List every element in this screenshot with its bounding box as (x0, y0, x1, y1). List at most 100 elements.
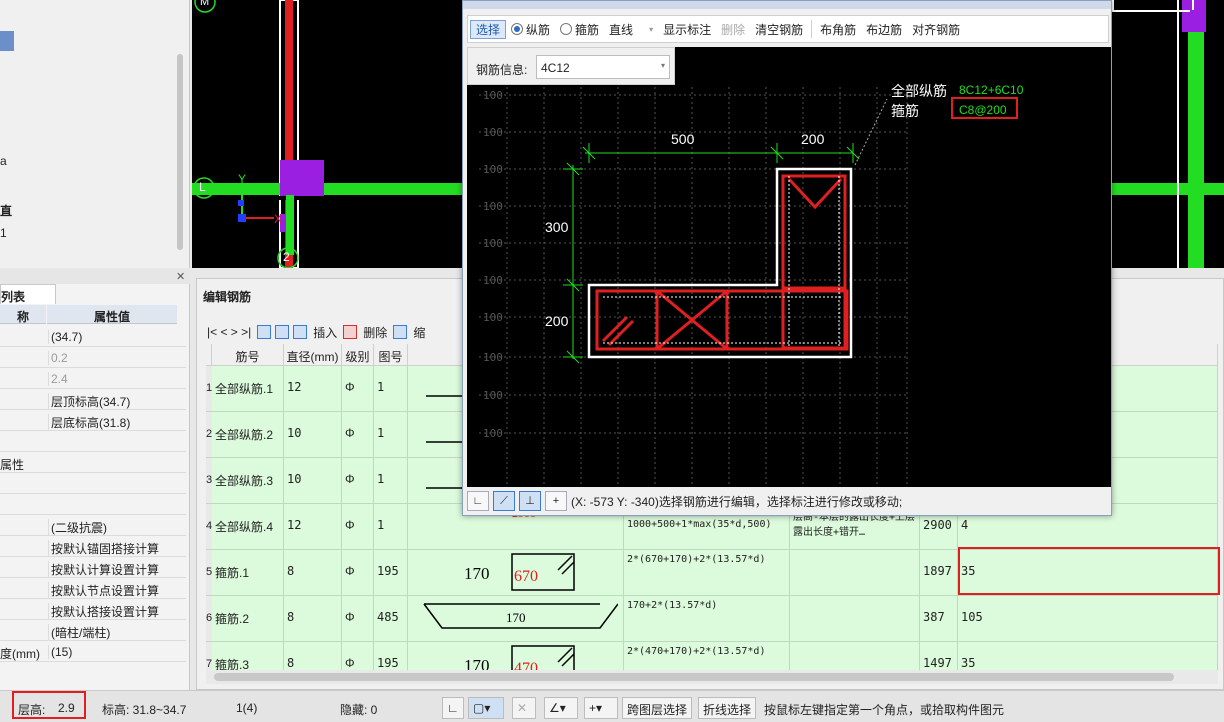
cell-quantity[interactable]: 105 (958, 596, 1218, 641)
property-value[interactable]: (15) (48, 645, 176, 659)
property-row[interactable]: 按默认节点设置计算 (0, 578, 186, 599)
property-row[interactable]: (二级抗震) (0, 515, 186, 536)
cell-figure[interactable]: 1 (374, 412, 408, 457)
scroll-thumb[interactable] (214, 673, 1174, 681)
dialog-titlebar[interactable] (463, 1, 1111, 9)
property-row[interactable]: 层底标高(31.8) (0, 410, 186, 431)
dim-300[interactable]: 300 (545, 219, 568, 235)
cell-grade[interactable]: Φ (342, 596, 374, 641)
select-mode-icon[interactable]: ▢▾ (468, 697, 504, 719)
cell-bar-no[interactable]: 全部纵筋.4 (212, 504, 284, 549)
move-down-icon[interactable] (275, 325, 290, 339)
cell-figure[interactable]: 1 (374, 458, 408, 503)
scale-button[interactable]: 缩 (411, 324, 427, 341)
delete-button[interactable]: 删除 (361, 324, 389, 341)
close-icon[interactable]: ✕ (176, 270, 185, 283)
col-figure[interactable]: 图号 (374, 344, 408, 366)
property-value[interactable]: 2.4 (48, 372, 176, 386)
property-value[interactable]: 0.2 (48, 351, 176, 365)
perpendicular-icon[interactable]: ⊥ (519, 491, 541, 511)
property-row[interactable] (0, 431, 186, 452)
cell-grade[interactable]: Φ (342, 504, 374, 549)
cell-diameter[interactable]: 8 (284, 642, 342, 670)
ortho-icon[interactable]: ∟ (442, 697, 464, 719)
cell-diameter[interactable]: 8 (284, 550, 342, 595)
property-row[interactable]: 按默认锚固搭接计算 (0, 536, 186, 557)
section-canvas[interactable]: 100 100 100 100 100 100 100 100 100 100 … (467, 47, 1111, 487)
property-row[interactable]: 按默认搭接设置计算 (0, 599, 186, 620)
property-value[interactable]: 层底标高(31.8) (48, 414, 176, 431)
clear-rebar-button[interactable]: 清空钢筋 (750, 21, 808, 38)
cell-diameter[interactable]: 10 (284, 412, 342, 457)
angle-icon[interactable]: ∠▾ (544, 697, 578, 719)
cell-note[interactable] (790, 642, 920, 670)
property-value[interactable]: (暗柱/端柱) (48, 624, 176, 641)
record-nav[interactable]: |< < > >| (205, 325, 253, 339)
cell-grade[interactable]: Φ (342, 458, 374, 503)
cell-formula[interactable]: 2*(470+170)+2*(13.57*d) (624, 642, 790, 670)
stirrup-radio[interactable]: 箍筋 (555, 21, 604, 38)
align-rebar-button[interactable]: 对齐钢筋 (907, 21, 965, 38)
cell-bar-no[interactable]: 全部纵筋.3 (212, 458, 284, 503)
polyline-select-button[interactable]: 折线选择 (698, 697, 757, 719)
cell-bar-no[interactable]: 箍筋.1 (212, 550, 284, 595)
cell-bar-no[interactable]: 箍筋.2 (212, 596, 284, 641)
cell-grade[interactable]: Φ (342, 412, 374, 457)
property-value[interactable]: (34.7) (48, 330, 176, 344)
property-value[interactable]: 按默认锚固搭接计算 (48, 540, 176, 557)
snap-icon[interactable]: ⟋ (493, 491, 515, 511)
property-row[interactable]: (34.7) (0, 326, 186, 347)
insert-point-icon[interactable]: + (545, 491, 567, 511)
cell-diameter[interactable]: 10 (284, 458, 342, 503)
select-button[interactable]: 选择 (470, 19, 507, 39)
move-up-icon[interactable] (257, 325, 272, 339)
line-dropdown[interactable]: 直线 ▾ (604, 21, 658, 38)
scale-icon[interactable] (393, 325, 408, 339)
longitudinal-radio[interactable]: 纵筋 (506, 21, 555, 38)
property-value[interactable]: (二级抗震) (48, 519, 176, 536)
cell-diameter[interactable]: 12 (284, 366, 342, 411)
col-diameter[interactable]: 直径(mm) (284, 344, 342, 366)
cell-quantity[interactable]: 35 (958, 642, 1218, 670)
cell-grade[interactable]: Φ (342, 366, 374, 411)
table-hscroll[interactable] (206, 670, 1218, 684)
cell-figure[interactable]: 1 (374, 504, 408, 549)
cell-formula[interactable]: 170+2*(13.57*d) (624, 596, 790, 641)
delete-icon[interactable] (343, 325, 358, 339)
edge-rebar-button[interactable]: 布边筋 (861, 21, 907, 38)
property-row[interactable]: 按默认计算设置计算 (0, 557, 186, 578)
cell-figure[interactable]: 195 (374, 550, 408, 595)
property-row[interactable]: 属性 (0, 452, 186, 473)
tree-item[interactable]: 1 (0, 226, 7, 240)
property-row[interactable] (0, 494, 186, 515)
cell-length[interactable]: 387 (920, 596, 958, 641)
insert-icon[interactable] (293, 325, 308, 339)
cell-length[interactable]: 1497 (920, 642, 958, 670)
corner-rebar-button[interactable]: 布角筋 (815, 21, 861, 38)
property-value[interactable]: 层顶标高(34.7) (48, 393, 176, 410)
property-row[interactable] (0, 473, 186, 494)
delete-button[interactable]: 删除 (716, 21, 750, 38)
tree-item[interactable]: 直 (0, 202, 12, 219)
cell-note[interactable] (790, 550, 920, 595)
cell-figure[interactable]: 1 (374, 366, 408, 411)
property-row[interactable]: 层顶标高(34.7) (0, 389, 186, 410)
cell-diameter[interactable]: 12 (284, 504, 342, 549)
cell-grade[interactable]: Φ (342, 642, 374, 670)
property-value[interactable]: 按默认搭接设置计算 (48, 603, 176, 620)
dim-200-top[interactable]: 200 (801, 131, 824, 147)
table-row[interactable]: 6 箍筋.2 8 Φ 485 170 170+2*(13.57*d) 387 105 (206, 596, 1218, 642)
property-row[interactable]: (暗柱/端柱) (0, 620, 186, 641)
cell-shape[interactable]: 170 (408, 596, 624, 641)
all-longitudinal-value[interactable]: 8C12+6C10 (959, 83, 1023, 97)
rebar-info-combo[interactable]: 4C12 ▾ (536, 55, 670, 79)
cross-layer-button[interactable]: 跨图层选择 (622, 697, 693, 719)
property-value[interactable]: 按默认计算设置计算 (48, 561, 176, 578)
cell-grade[interactable]: Φ (342, 550, 374, 595)
insert-button[interactable]: 插入 (311, 324, 339, 341)
cell-diameter[interactable]: 8 (284, 596, 342, 641)
property-row[interactable]: 0.2 (0, 347, 186, 368)
col-grade[interactable]: 级别 (342, 344, 374, 366)
property-row[interactable]: 2.4 (0, 368, 186, 389)
cell-formula[interactable]: 2*(670+170)+2*(13.57*d) (624, 550, 790, 595)
